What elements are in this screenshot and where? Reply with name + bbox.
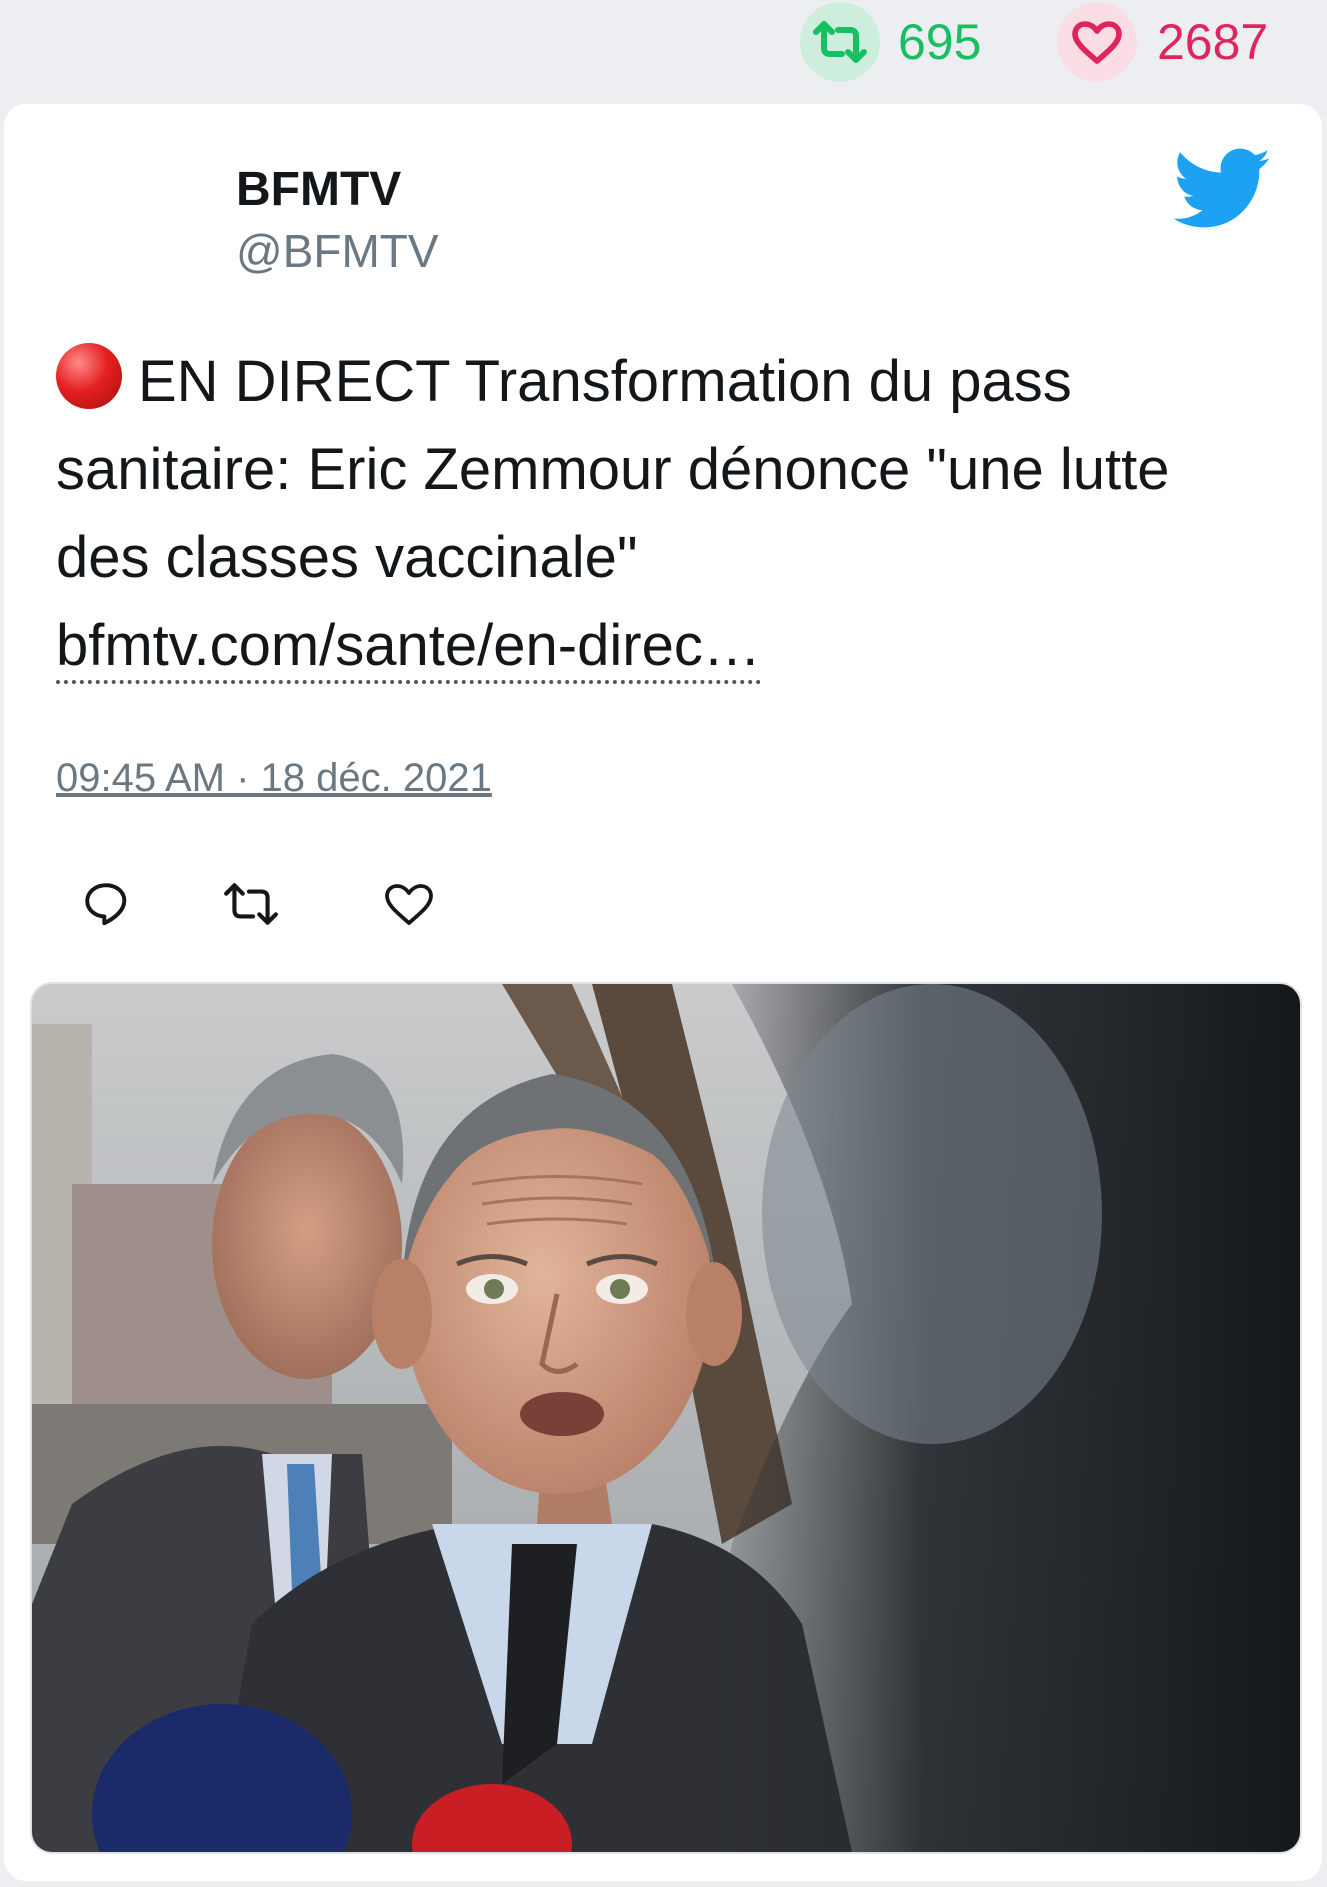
engagement-stats: 695 2687: [0, 0, 1327, 100]
author-handle[interactable]: @BFMTV: [236, 224, 439, 278]
author-name[interactable]: BFMTV: [236, 162, 401, 218]
retweet-stat-icon: [800, 2, 880, 82]
tweet-body: EN DIRECT Transformation du pass sanitai…: [56, 338, 1266, 690]
tweet-timestamp[interactable]: 09:45 AM · 18 déc. 2021: [56, 754, 492, 802]
retweet-icon: [224, 883, 278, 925]
tweet-card[interactable]: BFMTV @BFMTV EN DIRECT Transformation du…: [4, 104, 1322, 1881]
tweet-text: EN DIRECT Transformation du pass sanitai…: [56, 349, 1170, 590]
heart-icon: [385, 884, 433, 925]
reply-icon: [85, 883, 127, 926]
like-count: 2687: [1157, 14, 1269, 70]
tweet-photo[interactable]: [30, 982, 1302, 1854]
retweet-button[interactable]: [221, 874, 281, 934]
tweet-link[interactable]: bfmtv.com/sante/en-direc…: [56, 613, 761, 684]
red-circle-emoji: [56, 343, 122, 409]
tweet-actions: [56, 874, 456, 944]
like-button[interactable]: [379, 874, 439, 934]
retweet-count: 695: [898, 14, 982, 70]
twitter-bird-icon[interactable]: [1174, 148, 1272, 230]
reply-button[interactable]: [76, 874, 136, 934]
like-stat-icon: [1057, 2, 1137, 82]
